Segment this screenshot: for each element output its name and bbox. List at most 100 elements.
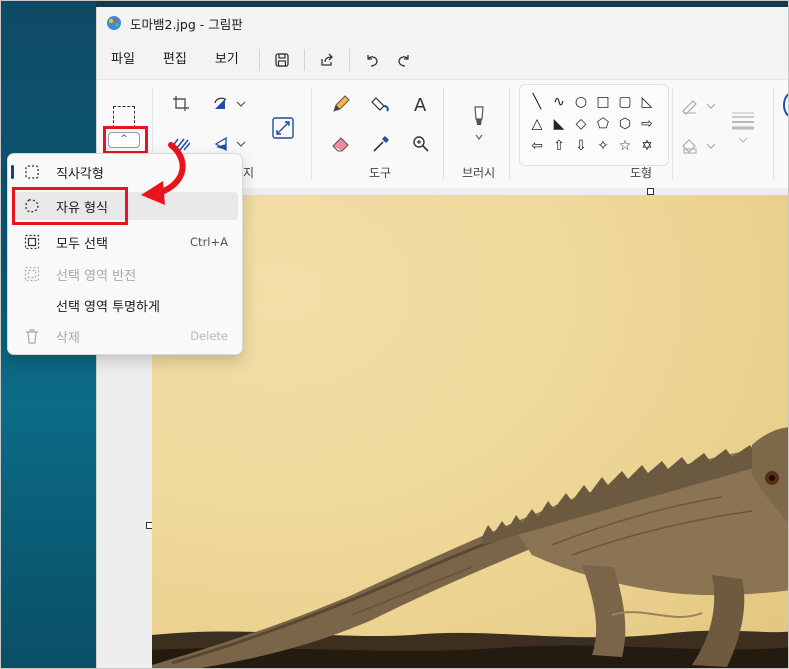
resize-button[interactable] bbox=[269, 114, 297, 142]
shape-option[interactable]: ⇨ bbox=[636, 113, 658, 135]
menu-item-label: 직사각형 bbox=[56, 166, 104, 182]
flip-icon bbox=[214, 136, 246, 152]
brush-button[interactable] bbox=[467, 104, 491, 144]
shape-option[interactable]: ✡ bbox=[636, 135, 658, 157]
undo-icon bbox=[367, 55, 378, 67]
shape-option[interactable]: ☆ bbox=[614, 135, 636, 157]
shape-fill-icon bbox=[682, 139, 716, 154]
size-button[interactable] bbox=[727, 108, 759, 146]
canvas-resize-handle-top[interactable] bbox=[647, 188, 654, 195]
shapes-gallery: ╲ ∿ ○ □ ▢ ◺ △ ◣ ◇ ⬠ ⬡ ⇨ ⇦ ⇧ ⇩ ✧ ☆ ✡ bbox=[519, 84, 669, 166]
shape-option[interactable]: ⇦ bbox=[526, 135, 548, 157]
menu-item-label: 선택 영역 반전 bbox=[56, 268, 137, 284]
screenshot-frame: 도마뱀2.jpg - 그림판 파일 편집 보기 ^ 지 A 도구 브러시 ╲ ∿… bbox=[0, 0, 789, 669]
ribbon-separator bbox=[672, 88, 673, 180]
pencil-button[interactable] bbox=[329, 92, 353, 116]
window-title: 도마뱀2.jpg - 그림판 bbox=[130, 16, 243, 32]
color-picker-button[interactable] bbox=[369, 132, 393, 156]
outline-icon bbox=[682, 100, 716, 115]
menu-separator bbox=[258, 49, 260, 71]
selected-indicator bbox=[11, 165, 14, 179]
share-icon bbox=[321, 53, 333, 66]
redo-icon bbox=[398, 55, 409, 67]
shape-option[interactable]: □ bbox=[592, 91, 614, 113]
save-button[interactable] bbox=[266, 45, 298, 75]
menu-view[interactable]: 보기 bbox=[201, 45, 253, 75]
eraser-button[interactable] bbox=[329, 132, 353, 156]
magnifier-icon bbox=[413, 136, 429, 152]
tools-group-label: 도구 bbox=[369, 166, 392, 180]
rotate-icon bbox=[214, 97, 246, 109]
menu-separator bbox=[303, 49, 305, 71]
ribbon-separator bbox=[773, 88, 774, 180]
fill-bucket-icon bbox=[371, 97, 389, 112]
menu-item-delete[interactable]: 삭제 Delete bbox=[12, 322, 238, 350]
shapes-group-label: 도형 bbox=[630, 166, 653, 180]
menu-item-select-all[interactable]: 모두 선택 Ctrl+A bbox=[12, 228, 238, 256]
menu-bar: 파일 편집 보기 bbox=[97, 43, 420, 77]
undo-button[interactable] bbox=[356, 45, 388, 75]
fill-button[interactable] bbox=[369, 92, 393, 116]
text-button[interactable]: A bbox=[409, 92, 433, 116]
shape-option[interactable]: ◺ bbox=[636, 91, 658, 113]
shape-fill-button[interactable] bbox=[679, 134, 721, 158]
shape-option[interactable]: ∿ bbox=[548, 91, 570, 113]
pencil-icon bbox=[333, 95, 350, 112]
shape-option[interactable]: ⇧ bbox=[548, 135, 570, 157]
trash-icon bbox=[26, 329, 38, 344]
menu-edit[interactable]: 편집 bbox=[149, 45, 201, 75]
line-size-icon bbox=[732, 112, 754, 143]
eraser-icon bbox=[332, 137, 349, 152]
shape-option[interactable]: △ bbox=[526, 113, 548, 135]
magnifier-button[interactable] bbox=[409, 132, 433, 156]
brush-group-label: 브러시 bbox=[462, 166, 496, 180]
colors-button-partial[interactable] bbox=[783, 92, 788, 118]
shapes-grid: ╲ ∿ ○ □ ▢ ◺ △ ◣ ◇ ⬠ ⬡ ⇨ ⇦ ⇧ ⇩ ✧ ☆ ✡ bbox=[526, 91, 658, 157]
shape-option[interactable]: ✧ bbox=[592, 135, 614, 157]
paint-app-icon bbox=[107, 16, 121, 30]
annotation-arrow bbox=[141, 142, 186, 205]
lizard-image bbox=[152, 427, 788, 668]
save-icon bbox=[275, 53, 289, 67]
ribbon-separator bbox=[443, 88, 444, 180]
shape-option[interactable]: ⬡ bbox=[614, 113, 636, 135]
shape-option[interactable]: ◇ bbox=[570, 113, 592, 135]
menu-item-rectangle[interactable]: 직사각형 bbox=[11, 158, 238, 186]
title-bar: 도마뱀2.jpg - 그림판 bbox=[97, 7, 788, 39]
shape-option[interactable]: ○ bbox=[570, 91, 592, 113]
menu-item-label: 삭제 bbox=[56, 330, 80, 346]
shape-option[interactable]: ╲ bbox=[526, 91, 548, 113]
rotate-button[interactable] bbox=[209, 92, 249, 116]
text-icon: A bbox=[414, 95, 427, 114]
menu-item-label: 선택 영역 투명하게 bbox=[56, 299, 160, 315]
ribbon-separator bbox=[509, 88, 510, 180]
select-all-icon bbox=[24, 234, 40, 250]
menu-file[interactable]: 파일 bbox=[97, 45, 149, 75]
menu-separator bbox=[348, 49, 350, 71]
lizard-photo bbox=[152, 195, 788, 668]
ribbon-separator bbox=[311, 88, 312, 180]
shape-option[interactable]: ⬠ bbox=[592, 113, 614, 135]
selection-dropdown-menu: 직사각형 자유 형식 모두 선택 Ctrl+A 선택 영역 반전 선택 영역 투… bbox=[7, 153, 243, 355]
shape-option[interactable]: ◣ bbox=[548, 113, 570, 135]
outline-button[interactable] bbox=[679, 94, 721, 118]
selection-rectangle-icon bbox=[113, 106, 135, 128]
share-button[interactable] bbox=[311, 45, 343, 75]
image-group-label: 지 bbox=[243, 166, 255, 180]
invert-selection-icon bbox=[24, 266, 40, 282]
redo-button[interactable] bbox=[388, 45, 420, 75]
svg-text:A: A bbox=[414, 95, 427, 114]
menu-item-invert-selection[interactable]: 선택 영역 반전 bbox=[12, 260, 238, 288]
menu-item-transparent-selection[interactable]: 선택 영역 투명하게 bbox=[12, 291, 238, 319]
menu-item-shortcut: Delete bbox=[190, 329, 228, 343]
crop-button[interactable] bbox=[169, 92, 193, 116]
menu-item-label: 모두 선택 bbox=[56, 236, 108, 252]
eyedropper-icon bbox=[373, 136, 389, 152]
brush-icon bbox=[474, 106, 484, 140]
shape-option[interactable]: ⇩ bbox=[570, 135, 592, 157]
annotation-highlight-freeform bbox=[12, 187, 128, 225]
rectangle-select-icon bbox=[25, 165, 39, 179]
crop-icon bbox=[173, 96, 189, 111]
shape-option[interactable]: ▢ bbox=[614, 91, 636, 113]
menu-item-shortcut: Ctrl+A bbox=[190, 235, 228, 249]
